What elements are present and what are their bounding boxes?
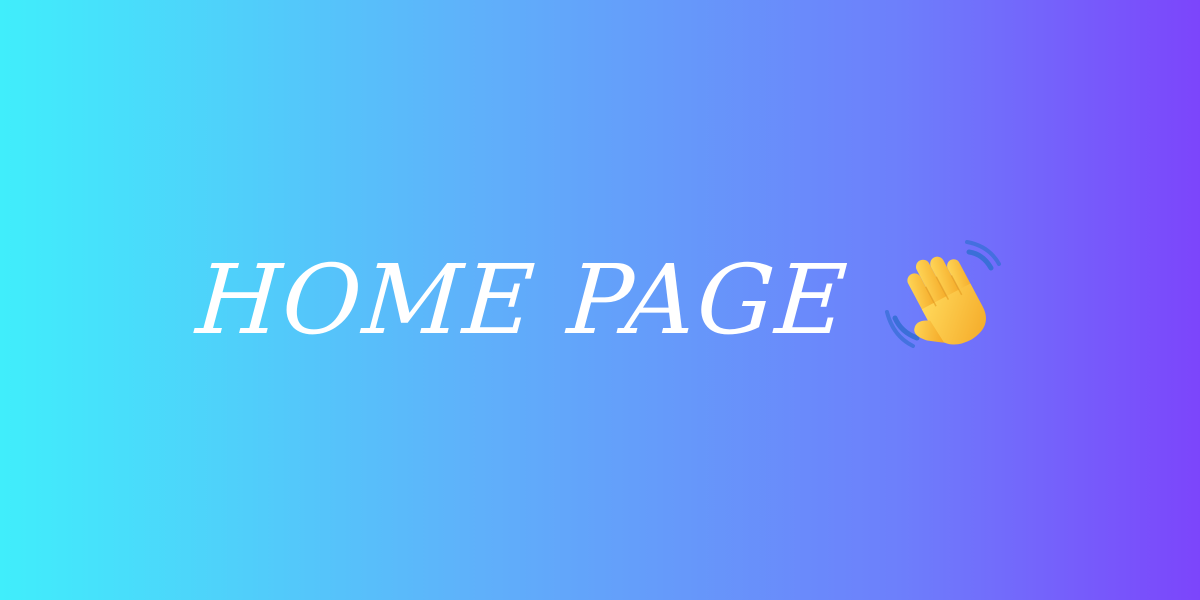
page-title: HOME PAGE (193, 244, 853, 356)
headline: HOME PAGE (193, 240, 1002, 360)
waving-hand-icon (884, 240, 1001, 348)
home-banner: HOME PAGE (0, 0, 1200, 600)
